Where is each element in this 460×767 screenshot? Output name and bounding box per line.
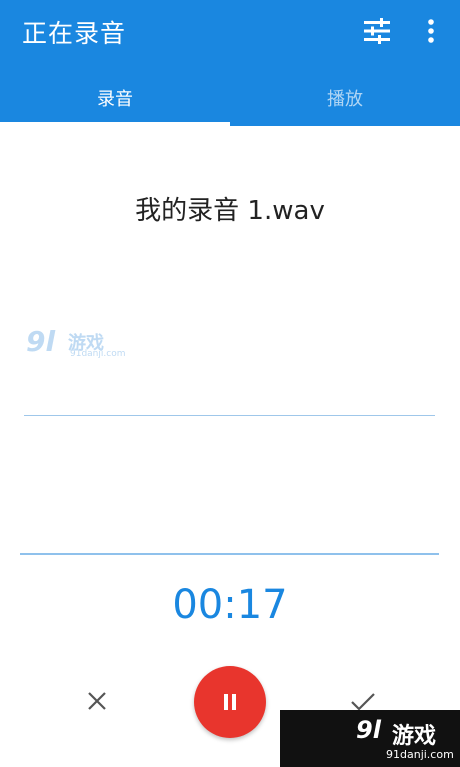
corner-watermark-text: 游戏 (392, 724, 437, 749)
corner-watermark-url: 91danji.com (386, 748, 454, 761)
cancel-button[interactable] (82, 686, 112, 716)
watermark-logo-mark: 9l (26, 325, 56, 358)
recording-file-name: 我的录音 1.wav (135, 196, 325, 226)
pause-button[interactable] (194, 666, 266, 738)
tab-play[interactable]: 播放 (230, 70, 460, 126)
tune-button[interactable] (362, 17, 392, 45)
watermark-logo-url: 91danji.com (70, 349, 126, 359)
elapsed-timer: 00:17 (172, 582, 288, 628)
divider-line (20, 553, 439, 555)
more-vert-icon (428, 19, 434, 43)
watermark-logo: 9l 游戏 91danji.com (26, 325, 126, 365)
tab-indicator (0, 122, 230, 126)
app-bar: 正在录音 录音 播放 (0, 0, 460, 126)
pause-icon (224, 694, 236, 710)
more-options-button[interactable] (420, 17, 442, 47)
close-icon (88, 692, 106, 710)
corner-watermark: 9l 游戏 91danji.com (280, 710, 460, 767)
tune-icon (364, 18, 390, 44)
corner-watermark-mark: 9l (356, 716, 381, 744)
waveform-line (24, 415, 435, 416)
app-title: 正在录音 (22, 19, 127, 48)
tab-record[interactable]: 录音 (0, 70, 230, 126)
